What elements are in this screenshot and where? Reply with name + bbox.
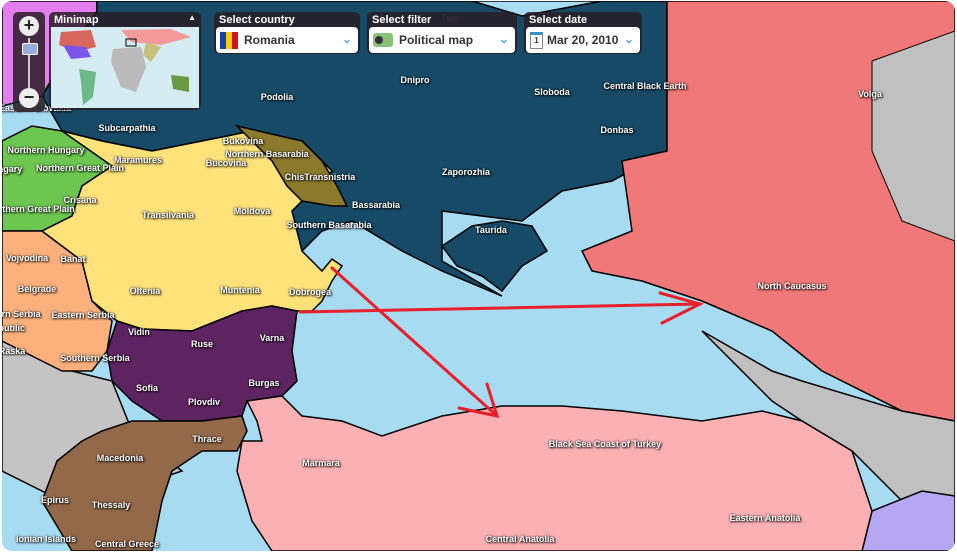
region-label: Plovdiv bbox=[187, 397, 221, 407]
region-label: Raska bbox=[2, 346, 26, 356]
region-label: Moldova bbox=[233, 206, 271, 216]
country-select-panel: Select country Romania ⌄ bbox=[214, 12, 360, 54]
region-label: Subcarpathia bbox=[98, 123, 156, 133]
filter-select[interactable]: Political map ⌄ bbox=[369, 27, 515, 53]
zoom-slider-handle[interactable] bbox=[22, 43, 38, 55]
region-label: North Caucasus bbox=[757, 281, 827, 291]
region-label: Donbas bbox=[600, 125, 634, 135]
chevron-down-icon[interactable]: ⌄ bbox=[499, 32, 509, 46]
region-label: Thessaly bbox=[91, 500, 131, 510]
country-select[interactable]: Romania ⌄ bbox=[216, 27, 358, 53]
date-select-title: Select date bbox=[529, 14, 588, 26]
region-label: Central Greece bbox=[94, 539, 160, 549]
minimap-panel: Minimap ▲ bbox=[49, 12, 201, 110]
region-label: Southern Great Plain bbox=[2, 204, 75, 214]
region-label: Muntenia bbox=[220, 285, 260, 295]
minimap-title: Minimap bbox=[54, 14, 99, 26]
region-label: Eastern Anatolia bbox=[729, 513, 801, 523]
chevron-down-icon[interactable]: ⌄ bbox=[624, 32, 634, 46]
region-label: ChisTransnistria bbox=[284, 172, 356, 182]
calendar-icon: 1 bbox=[530, 31, 543, 49]
region-label: Oltenia bbox=[129, 286, 161, 296]
zoom-in-button[interactable]: + bbox=[19, 16, 39, 36]
arrow-to-caucasus-head bbox=[658, 291, 705, 325]
region-label: Taurida bbox=[475, 225, 507, 235]
region-label: Northern Hungary bbox=[7, 145, 85, 155]
region-label: Burgas bbox=[248, 378, 280, 388]
region-label: Thrace bbox=[192, 434, 222, 444]
zoom-control: + − bbox=[13, 12, 45, 112]
filter-select-panel: Select filter Political map ⌄ bbox=[367, 12, 517, 54]
region-label: Zaporozhia bbox=[441, 167, 491, 177]
region-label: Podolia bbox=[260, 92, 294, 102]
region-label: Transilvania bbox=[141, 210, 195, 220]
region-label: Western Serbia bbox=[2, 309, 41, 319]
region-label: Dobrogea bbox=[288, 287, 332, 297]
country-select-title: Select country bbox=[219, 14, 295, 26]
country-select-value: Romania bbox=[244, 33, 295, 47]
region-label: Ionian Islands bbox=[15, 534, 77, 544]
region-label: Sloboda bbox=[534, 87, 570, 97]
arrow-to-turkey bbox=[330, 266, 499, 418]
region-label: Black Sea Coast of Turkey bbox=[548, 439, 662, 449]
region-label: Varna bbox=[259, 333, 285, 343]
region-label: Volga bbox=[858, 89, 882, 99]
region-label: Vidin bbox=[128, 327, 150, 337]
region-label: Bucovina bbox=[205, 158, 247, 168]
region-label: Macedonia bbox=[96, 453, 144, 463]
zoom-out-button[interactable]: − bbox=[19, 88, 39, 108]
region-label: Sofia bbox=[135, 383, 159, 393]
region-label: Dnipro bbox=[400, 75, 430, 85]
region-label: Southern Basarabia bbox=[286, 220, 372, 230]
date-select-value: Mar 20, 2010 bbox=[547, 33, 619, 47]
region-label: Republic bbox=[2, 323, 26, 333]
map-globe-icon bbox=[373, 33, 393, 47]
region-label: Banat bbox=[60, 254, 86, 264]
triangle-up-icon[interactable]: ▲ bbox=[188, 13, 196, 22]
region-label: Bassarabia bbox=[351, 200, 401, 210]
region-label: Bukovina bbox=[222, 136, 264, 146]
arrow-to-caucasus bbox=[298, 302, 702, 314]
romania-flag-icon bbox=[220, 31, 238, 49]
region-label: Epirus bbox=[40, 495, 70, 505]
minimap-view[interactable] bbox=[51, 27, 199, 108]
region-label: Central Anatolia bbox=[485, 534, 555, 544]
region-label: Central Black Earth bbox=[603, 81, 687, 91]
region-label: Eastern Serbia bbox=[51, 310, 115, 320]
region-label: Belgrade bbox=[17, 284, 57, 294]
game-map[interactable]: Eastern SlovakiaSubcarpathiaPodoliaDnipr… bbox=[2, 1, 955, 551]
date-select-panel: Select date 1 Mar 20, 2010 ⌄ bbox=[524, 12, 642, 54]
region-label: Marmara bbox=[302, 458, 340, 468]
chevron-down-icon[interactable]: ⌄ bbox=[342, 32, 352, 46]
region-label: Northern Great Plain bbox=[35, 163, 125, 173]
filter-select-value: Political map bbox=[399, 33, 474, 47]
region-label: Hungary bbox=[2, 164, 23, 174]
region-label: Ruse bbox=[190, 339, 214, 349]
filter-select-title: Select filter bbox=[372, 14, 432, 26]
region-label: Southern Serbia bbox=[60, 353, 130, 363]
date-select[interactable]: 1 Mar 20, 2010 ⌄ bbox=[526, 27, 640, 53]
region-label: Vojvodina bbox=[5, 253, 49, 263]
